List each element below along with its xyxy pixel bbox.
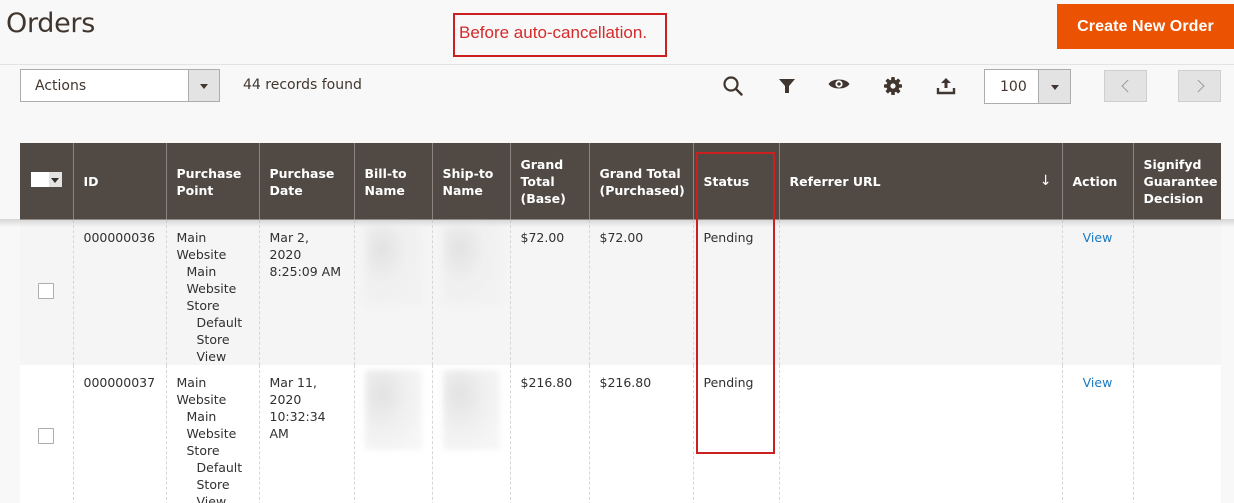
cell-referrer-url [778,220,1062,365]
cell-purchase-point: Main Website Main Website Store Default … [165,365,259,503]
column-header-bill-to-name[interactable]: Bill-to Name [353,143,432,220]
column-header-ship-to-name[interactable]: Ship-to Name [431,143,510,220]
export-icon[interactable] [934,74,958,98]
column-header-purchase-point[interactable]: Purchase Point [165,143,259,220]
per-page-value: 100 [1000,79,1027,95]
mass-select-header[interactable] [20,143,73,220]
column-header-action: Action [1061,143,1133,220]
row-checkbox[interactable] [38,427,55,444]
mass-select-toggle[interactable] [48,172,62,187]
table-row: 000000037 Main Website Main Website Stor… [20,365,1221,503]
redacted-name [364,225,422,305]
cell-action: View [1061,365,1133,503]
cell-ship-to-name [431,365,510,503]
column-header-grand-total-base[interactable]: Grand Total (Base) [509,143,589,220]
actions-dropdown[interactable]: Actions [20,69,220,102]
cell-grand-total-purchased: $72.00 [588,220,693,365]
per-page-select[interactable]: 100 [984,69,1071,104]
cell-signifyd-decision [1132,365,1221,503]
cell-bill-to-name [353,365,432,503]
cell-purchase-date: Mar 11, 2020 10:32:34 AM [258,365,354,503]
chevron-right-icon [1191,79,1205,93]
actions-dropdown-toggle[interactable] [188,70,219,101]
chevron-down-icon [200,83,208,89]
records-count: 44 records found [243,77,362,93]
column-header-referrer-url[interactable]: Referrer URL ↓ [778,143,1062,220]
column-header-signifyd-decision[interactable]: Signifyd Guarantee Decision [1132,143,1221,220]
orders-page: Orders Before auto-cancellation. Create … [0,0,1234,503]
redacted-name [442,225,500,305]
per-page-toggle[interactable] [1038,70,1070,103]
page-title: Orders [6,8,95,39]
cell-purchase-point: Main Website Main Website Store Default … [165,220,259,365]
column-header-grand-total-purchased[interactable]: Grand Total (Purchased) [588,143,693,220]
mass-select-checkbox[interactable] [30,172,62,187]
filter-icon[interactable] [775,74,799,98]
cell-id: 000000037 [72,365,166,503]
column-header-id[interactable]: ID [72,143,166,220]
cell-action: View [1061,220,1133,365]
table-row: 000000036 Main Website Main Website Stor… [20,220,1221,365]
cell-purchase-date: Mar 2, 2020 8:25:09 AM [258,220,354,365]
cell-grand-total-base: $72.00 [509,220,589,365]
header-divider [0,64,1234,65]
next-page-button[interactable] [1178,70,1221,102]
create-new-order-button[interactable]: Create New Order [1057,4,1234,49]
annotation-note: Before auto-cancellation. [453,13,667,57]
chevron-left-icon [1120,79,1134,93]
eye-icon[interactable] [827,72,851,96]
purchase-point-store-view: Default Store View [196,460,243,503]
row-select-cell [20,365,73,503]
purchase-point-store: Main Website Store [186,264,237,313]
row-checkbox[interactable] [38,282,55,299]
cell-ship-to-name [431,220,510,365]
cell-grand-total-base: $216.80 [509,365,589,503]
previous-page-button[interactable] [1104,70,1147,102]
orders-grid: ID Purchase Point Purchase Date Bill-to … [20,143,1221,503]
cell-status: Pending [692,365,779,503]
grid-header-row: ID Purchase Point Purchase Date Bill-to … [20,143,1221,220]
actions-label: Actions [35,78,87,94]
redacted-name [442,370,500,450]
cell-status: Pending [692,220,779,365]
row-select-cell [20,220,73,365]
cell-id: 000000036 [72,220,166,365]
purchase-point-store-view: Default Store View [196,315,243,364]
sort-descending-icon: ↓ [1039,173,1052,189]
column-header-status[interactable]: Status [692,143,779,220]
gear-icon[interactable] [881,74,905,98]
column-header-purchase-date[interactable]: Purchase Date [258,143,354,220]
referrer-url-label: Referrer URL [789,174,881,189]
purchase-point-website: Main Website [176,230,227,262]
purchase-point-website: Main Website [176,375,227,407]
view-order-link[interactable]: View [1083,230,1113,245]
cell-bill-to-name [353,220,432,365]
search-icon[interactable] [721,74,745,98]
chevron-down-icon [1050,84,1059,90]
cell-referrer-url [778,365,1062,503]
cell-signifyd-decision [1132,220,1221,365]
chevron-down-icon [51,177,60,183]
purchase-point-store: Main Website Store [186,409,237,458]
view-order-link[interactable]: View [1083,375,1113,390]
cell-grand-total-purchased: $216.80 [588,365,693,503]
redacted-name [364,370,422,450]
